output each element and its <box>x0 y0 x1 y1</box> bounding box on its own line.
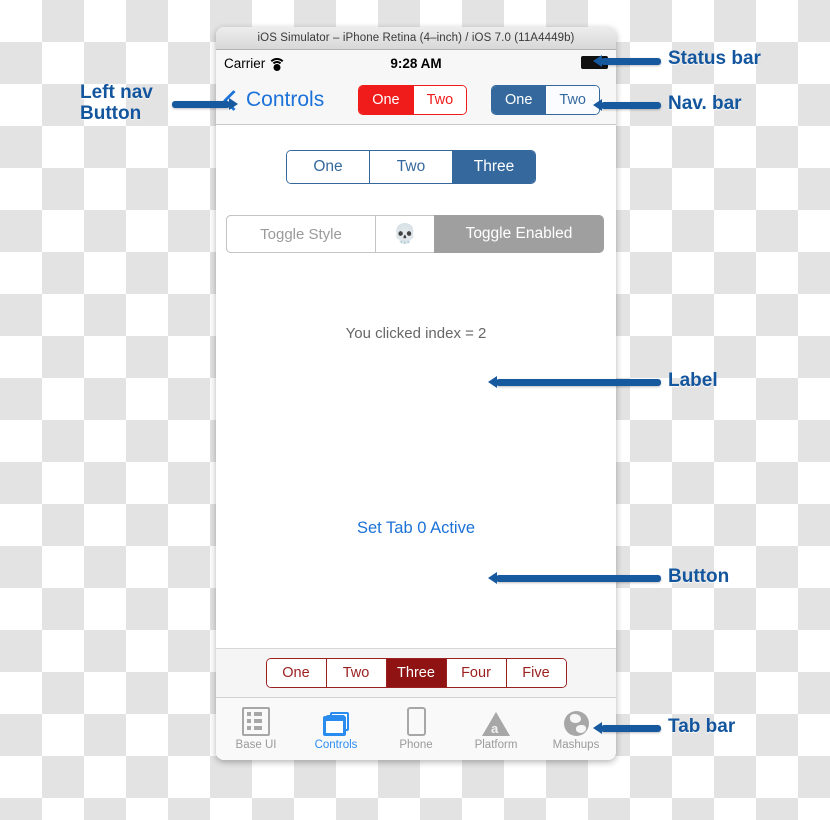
bottom-toolbar: One Two Three Four Five <box>216 648 616 697</box>
segment-option[interactable]: One <box>359 85 413 115</box>
annotation-tab-bar: Tab bar <box>668 716 736 737</box>
list-icon <box>242 706 270 736</box>
window-title: iOS Simulator – iPhone Retina (4–inch) /… <box>257 32 575 44</box>
tab-controls[interactable]: Controls <box>296 708 376 751</box>
tab-label: Mashups <box>552 738 600 751</box>
tab-phone[interactable]: Phone <box>376 706 456 751</box>
set-tab-0-active-button[interactable]: Set Tab 0 Active <box>216 519 616 538</box>
tab-label: Base UI <box>235 738 277 751</box>
nav-blue-segmented-control[interactable]: One Two <box>490 84 600 116</box>
tab-bar: Base UI Controls Phone Platform Mashups <box>216 697 616 760</box>
segment-option[interactable]: Three <box>452 151 535 183</box>
segment-option[interactable]: Three <box>385 659 446 687</box>
segment-option[interactable]: Two <box>545 85 599 115</box>
annotation-arrow-tab-bar <box>593 722 661 734</box>
annotation-arrow-button <box>488 572 661 584</box>
status-bar-clock: 9:28 AM <box>390 55 442 71</box>
nav-bar: Controls One Two One Two <box>216 76 616 125</box>
globe-icon <box>563 708 589 736</box>
tab-label: Controls <box>314 738 358 751</box>
segment-option[interactable]: Two <box>412 85 467 115</box>
back-button-label: Controls <box>246 88 325 111</box>
toggle-style-button[interactable]: Toggle Style <box>226 215 376 253</box>
annotation-status-bar: Status bar <box>668 48 761 69</box>
segment-option[interactable]: One <box>491 85 546 115</box>
bottom-segmented-control[interactable]: One Two Three Four Five <box>265 658 567 688</box>
toggle-toolbar: Toggle Style 💀 Toggle Enabled <box>226 215 604 253</box>
segment-option[interactable]: Four <box>445 659 506 687</box>
tab-base-ui[interactable]: Base UI <box>216 706 296 751</box>
tab-platform[interactable]: Platform <box>456 708 536 751</box>
windows-icon <box>323 708 349 736</box>
segment-option[interactable]: One <box>266 659 326 687</box>
annotation-arrow-status-bar <box>593 55 661 67</box>
skull-icon[interactable]: 💀 <box>376 215 434 253</box>
triangle-a-icon <box>482 708 510 736</box>
nav-red-segmented-control[interactable]: One Two <box>358 84 468 116</box>
left-nav-back-button[interactable]: Controls <box>222 88 325 112</box>
annotation-label: Label <box>668 370 718 391</box>
phone-icon <box>406 706 426 736</box>
window-titlebar: iOS Simulator – iPhone Retina (4–inch) /… <box>216 27 616 50</box>
tab-label: Platform <box>474 738 518 751</box>
main-segmented-control[interactable]: One Two Three <box>286 150 536 184</box>
annotation-arrow-label <box>488 376 661 388</box>
annotation-left-nav-button: Left nav Button <box>80 82 153 125</box>
segment-option[interactable]: Five <box>505 659 566 687</box>
toggle-enabled-button[interactable]: Toggle Enabled <box>434 215 604 253</box>
annotation-arrow-left-nav-button <box>172 98 238 110</box>
annotation-nav-bar: Nav. bar <box>668 93 742 114</box>
segment-option[interactable]: One <box>287 151 369 183</box>
annotation-arrow-nav-bar <box>593 99 661 111</box>
segment-option[interactable]: Two <box>325 659 386 687</box>
tab-label: Phone <box>399 738 433 751</box>
annotation-button: Button <box>668 566 730 587</box>
status-bar: Carrier 9:28 AM <box>216 50 616 76</box>
content-area: One Two Three Toggle Style 💀 Toggle Enab… <box>216 125 616 648</box>
segment-option[interactable]: Two <box>369 151 452 183</box>
clicked-index-label: You clicked index = 2 <box>345 325 487 342</box>
simulator-window: iOS Simulator – iPhone Retina (4–inch) /… <box>216 27 616 760</box>
